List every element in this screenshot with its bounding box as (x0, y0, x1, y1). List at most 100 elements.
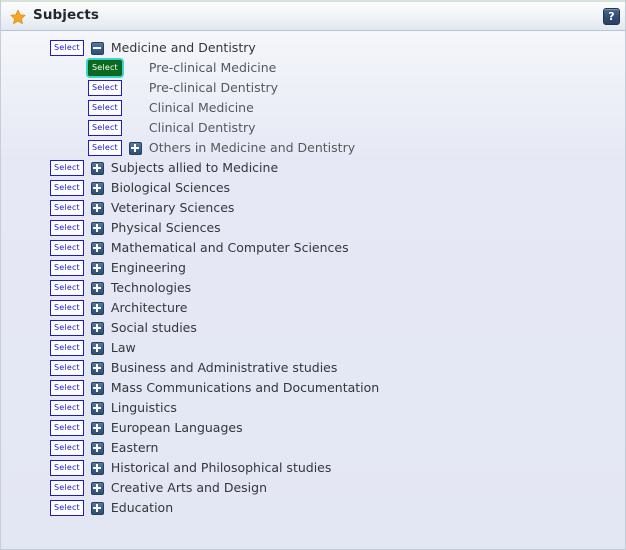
tree-node-label: Mass Communications and Documentation (110, 379, 380, 395)
tree-row: Select Architecture (1, 298, 625, 318)
expand-plus-icon[interactable] (90, 161, 104, 175)
select-button[interactable]: Select (50, 300, 84, 316)
tree-row: Select Physical Sciences (1, 218, 625, 238)
tree-row: Select Veterinary Sciences (1, 198, 625, 218)
tree-node-label: Veterinary Sciences (110, 199, 235, 215)
select-button[interactable]: Select (50, 280, 84, 296)
tree-node-label: Pre-clinical Dentistry (148, 79, 279, 95)
tree-row: Select Subjects allied to Medicine (1, 158, 625, 178)
tree-node-label: Business and Administrative studies (110, 359, 338, 375)
tree-row: Select Technologies (1, 278, 625, 298)
select-button[interactable]: Select (50, 360, 84, 376)
expand-plus-icon[interactable] (90, 281, 104, 295)
tree-row: Select Mass Communications and Documentat… (1, 378, 625, 398)
tree-row: Select Social studies (1, 318, 625, 338)
tree-row: Select Eastern (1, 438, 625, 458)
select-button[interactable]: Select (50, 220, 84, 236)
tree-row: Select Education (1, 498, 625, 518)
select-button[interactable]: Select (50, 320, 84, 336)
expand-plus-icon[interactable] (90, 321, 104, 335)
tree-node-label: Pre-clinical Medicine (148, 59, 277, 75)
tree-row: Select Pre-clinical Medicine (1, 58, 625, 78)
subjects-panel: Subjects ? Select Medicine and Dentistry S… (0, 0, 626, 550)
select-button[interactable]: Select (88, 100, 122, 116)
tree-node-label: Subjects allied to Medicine (110, 159, 279, 175)
tree-node-label: Architecture (110, 299, 188, 315)
expand-plus-icon[interactable] (90, 341, 104, 355)
tree-node-label: Creative Arts and Design (110, 479, 267, 495)
expand-plus-icon[interactable] (90, 241, 104, 255)
expand-plus-icon[interactable] (90, 221, 104, 235)
select-button[interactable]: Select (50, 240, 84, 256)
tree-row: Select Historical and Philosophical studi… (1, 458, 625, 478)
expand-plus-icon[interactable] (90, 261, 104, 275)
tree-node-label: Clinical Medicine (148, 99, 254, 115)
expand-plus-icon[interactable] (90, 181, 104, 195)
select-button[interactable]: Select (50, 420, 84, 436)
tree-node-label: Social studies (110, 319, 197, 335)
select-button[interactable]: Select (50, 380, 84, 396)
expand-plus-icon[interactable] (90, 501, 104, 515)
tree-node-label: Eastern (110, 439, 159, 455)
expand-plus-icon[interactable] (90, 301, 104, 315)
tree-node-label: Mathematical and Computer Sciences (110, 239, 349, 255)
expand-plus-icon[interactable] (90, 421, 104, 435)
tree-row: Select Clinical Medicine (1, 98, 625, 118)
tree-node-label: Medicine and Dentistry (110, 39, 256, 55)
tree-row: Select Mathematical and Computer Sciences (1, 238, 625, 258)
select-button[interactable]: Select (50, 180, 84, 196)
tree-row: Select Linguistics (1, 398, 625, 418)
subjects-tree: Select Medicine and Dentistry Select Pre-cl… (1, 38, 625, 518)
tree-row: Select Business and Administrative studie… (1, 358, 625, 378)
expand-plus-icon[interactable] (90, 461, 104, 475)
tree-node-label: Physical Sciences (110, 219, 221, 235)
select-button[interactable]: Select (50, 460, 84, 476)
select-button[interactable]: Select (88, 140, 122, 156)
tree-node-label: Engineering (110, 259, 186, 275)
tree-row: Select Engineering (1, 258, 625, 278)
select-button[interactable]: Select (50, 260, 84, 276)
collapse-minus-icon[interactable] (90, 41, 104, 55)
expand-plus-icon[interactable] (90, 201, 104, 215)
star-icon (10, 9, 26, 24)
expand-plus-icon[interactable] (90, 361, 104, 375)
tree-row: Select Creative Arts and Design (1, 478, 625, 498)
help-icon[interactable]: ? (603, 8, 620, 25)
tree-node-label: European Languages (110, 419, 243, 435)
expand-plus-icon[interactable] (90, 401, 104, 415)
select-button-active[interactable]: Select (88, 60, 122, 76)
select-button[interactable]: Select (88, 120, 122, 136)
tree-row: Select Biological Sciences (1, 178, 625, 198)
expand-plus-icon[interactable] (90, 381, 104, 395)
select-button[interactable]: Select (50, 500, 84, 516)
tree-node-label: Clinical Dentistry (148, 119, 256, 135)
select-button[interactable]: Select (88, 80, 122, 96)
select-button[interactable]: Select (50, 40, 84, 56)
tree-node-label: Others in Medicine and Dentistry (148, 139, 356, 155)
expand-plus-icon[interactable] (128, 141, 142, 155)
select-button[interactable]: Select (50, 440, 84, 456)
tree-node-label: Biological Sciences (110, 179, 231, 195)
tree-row: Select Others in Medicine and Dentistry (1, 138, 625, 158)
expand-plus-icon[interactable] (90, 441, 104, 455)
select-button[interactable]: Select (50, 400, 84, 416)
tree-node-label: Education (110, 499, 174, 515)
page-title: Subjects (33, 7, 100, 24)
tree-node-label: Law (110, 339, 136, 355)
tree-node-label: Historical and Philosophical studies (110, 459, 332, 475)
tree-row: Select Clinical Dentistry (1, 118, 625, 138)
tree-row: Select Pre-clinical Dentistry (1, 78, 625, 98)
tree-row: Select European Languages (1, 418, 625, 438)
select-button[interactable]: Select (50, 340, 84, 356)
tree-node-label: Technologies (110, 279, 192, 295)
tree-row: Select Law (1, 338, 625, 358)
select-button[interactable]: Select (50, 480, 84, 496)
select-button[interactable]: Select (50, 160, 84, 176)
expand-plus-icon[interactable] (90, 481, 104, 495)
select-button[interactable]: Select (50, 200, 84, 216)
panel-header: Subjects ? (1, 0, 625, 31)
